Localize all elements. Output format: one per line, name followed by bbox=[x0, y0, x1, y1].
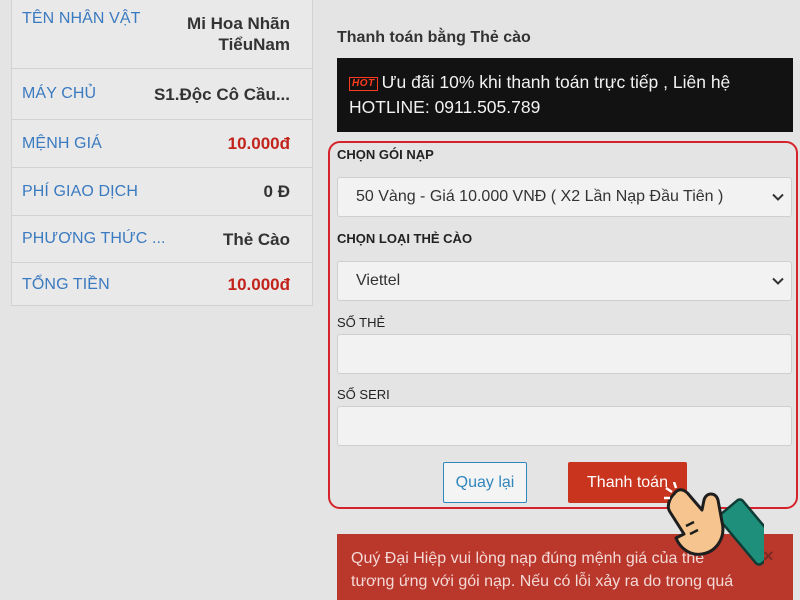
order-summary: TÊN NHÂN VẬT Mi Hoa Nhãn TiểuNam MÁY CHỦ… bbox=[11, 0, 313, 306]
summary-row-character: TÊN NHÂN VẬT Mi Hoa Nhãn TiểuNam bbox=[12, 0, 312, 69]
serial-input[interactable] bbox=[337, 406, 792, 446]
summary-value: 0 Đ bbox=[263, 182, 290, 201]
chevron-down-icon bbox=[772, 193, 784, 201]
promo-banner: HOT Ưu đãi 10% khi thanh toán trực tiếp ,… bbox=[337, 58, 793, 132]
summary-value: Thẻ Cào bbox=[222, 229, 290, 249]
summary-row-server: MÁY CHỦ S1.Độc Cô Cầu... bbox=[12, 69, 312, 120]
back-button[interactable]: Quay lại bbox=[443, 462, 527, 503]
summary-label: TÊN NHÂN VẬT bbox=[22, 10, 141, 27]
summary-label: PHƯƠNG THỨC ... bbox=[22, 230, 166, 247]
card-type-label: CHỌN LOẠI THẺ CÀO bbox=[337, 231, 473, 246]
summary-row-fee: PHÍ GIAO DỊCH 0 Đ bbox=[12, 168, 312, 216]
character-name-line1: Mi Hoa Nhãn bbox=[187, 14, 290, 33]
chevron-down-icon bbox=[772, 277, 784, 285]
alert-line1: Quý Đại Hiệp vui lòng nạp đúng mệnh giá … bbox=[351, 550, 705, 567]
close-icon[interactable]: × bbox=[763, 546, 774, 567]
summary-label: TỔNG TIỀN bbox=[22, 275, 110, 293]
package-label: CHỌN GÓI NẠP bbox=[337, 147, 434, 162]
pointing-hand-icon bbox=[664, 482, 764, 566]
card-type-selected-value: Viettel bbox=[356, 272, 401, 289]
promo-text-line2: HOTLINE: 0911.505.789 bbox=[349, 97, 541, 117]
summary-value: Mi Hoa Nhãn TiểuNam bbox=[187, 13, 290, 55]
card-number-input[interactable] bbox=[337, 334, 792, 374]
summary-label: MỆNH GIÁ bbox=[22, 134, 102, 152]
summary-row-denomination: MỆNH GIÁ 10.000đ bbox=[12, 120, 312, 168]
summary-row-method: PHƯƠNG THỨC ... Thẻ Cào bbox=[12, 216, 312, 263]
summary-value: 10.000đ bbox=[227, 275, 290, 294]
card-type-select[interactable]: Viettel bbox=[337, 261, 792, 301]
summary-label: PHÍ GIAO DỊCH bbox=[22, 182, 138, 200]
summary-value: S1.Độc Cô Cầu... bbox=[153, 84, 290, 104]
serial-label: SỐ SERI bbox=[337, 387, 390, 402]
promo-text-line1: Ưu đãi 10% khi thanh toán trực tiếp , Li… bbox=[381, 72, 731, 92]
card-number-label: SỐ THẺ bbox=[337, 315, 386, 330]
character-name-line2: TiểuNam bbox=[218, 35, 291, 54]
summary-row-total: TỔNG TIỀN 10.000đ bbox=[12, 263, 312, 306]
package-selected-value: 50 Vàng - Giá 10.000 VNĐ ( X2 Lần Nạp Đầ… bbox=[356, 188, 724, 205]
payment-title: Thanh toán bằng Thẻ cào bbox=[337, 29, 531, 46]
summary-label: MÁY CHỦ bbox=[22, 85, 97, 102]
summary-value: 10.000đ bbox=[227, 134, 290, 153]
package-select[interactable]: 50 Vàng - Giá 10.000 VNĐ ( X2 Lần Nạp Đầ… bbox=[337, 177, 792, 217]
hot-badge-icon: HOT bbox=[349, 77, 378, 91]
